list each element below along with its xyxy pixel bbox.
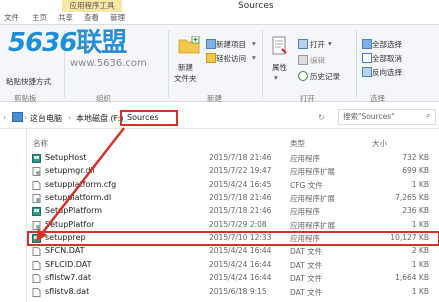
annotation-arrow	[36, 127, 125, 242]
